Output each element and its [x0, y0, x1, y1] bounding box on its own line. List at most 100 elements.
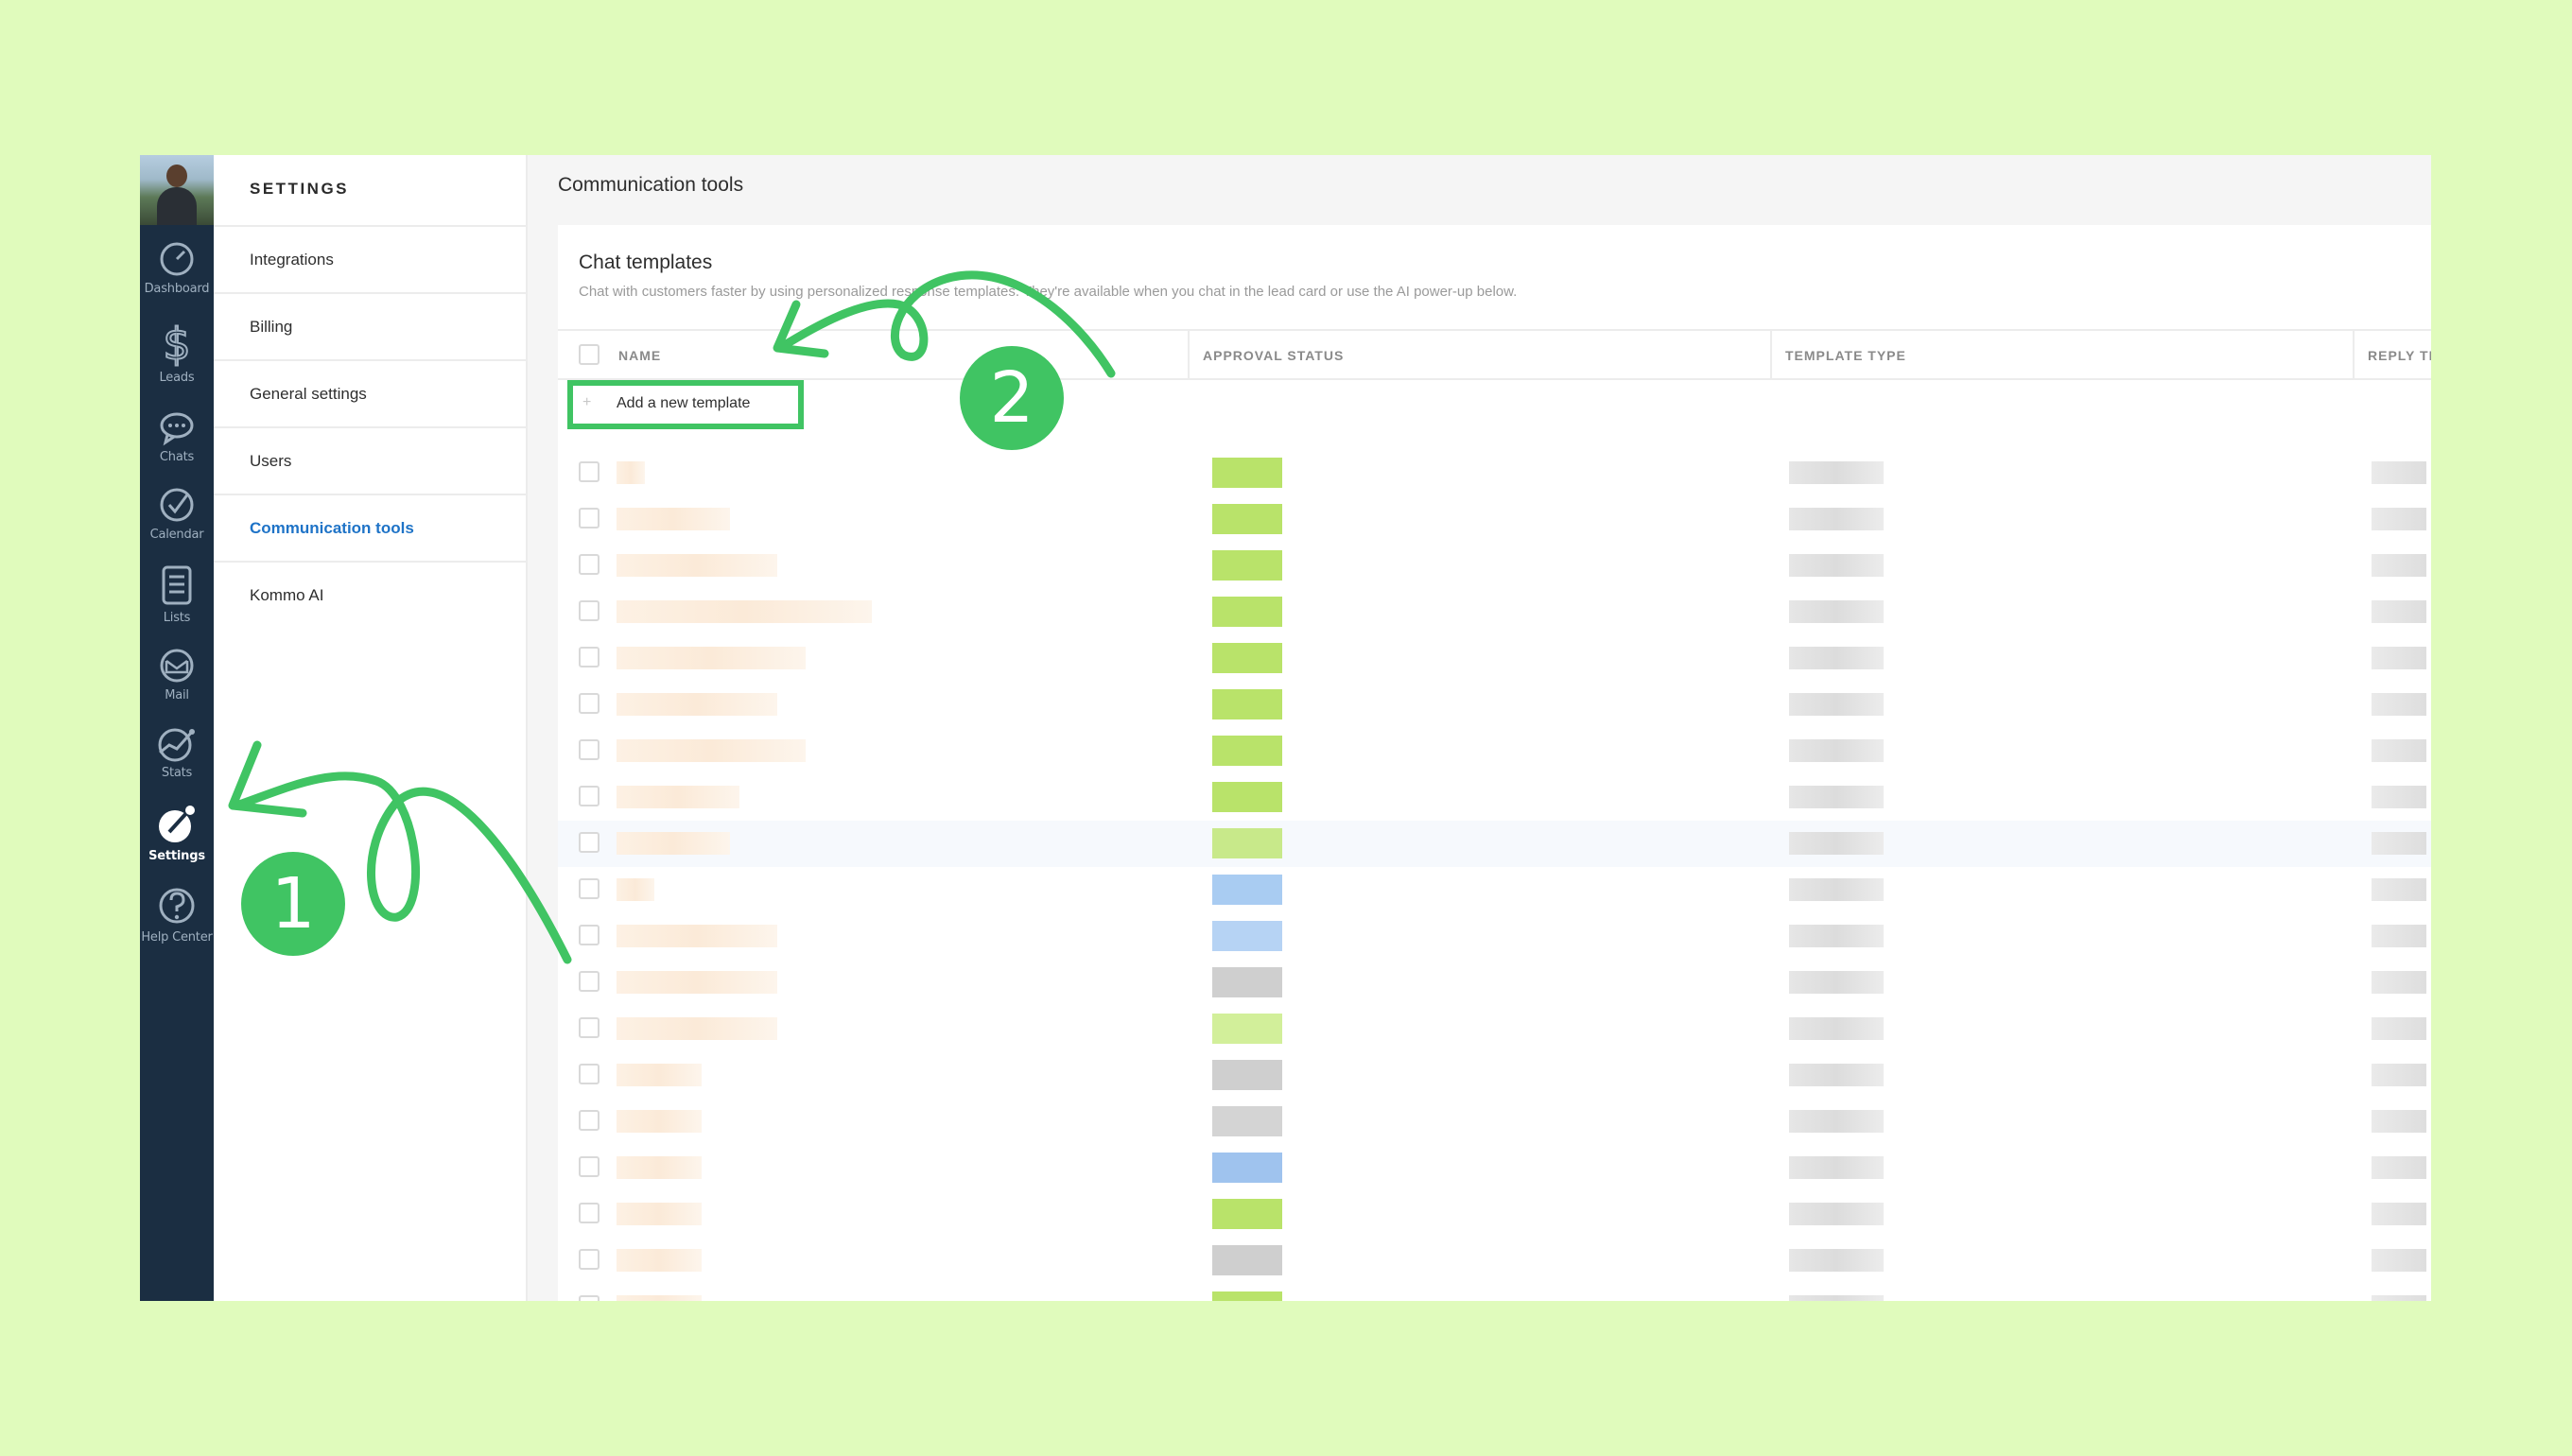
settings-menu: Integrations Billing General settings Us… [214, 225, 526, 630]
obscured-type [1789, 1295, 1884, 1301]
nav-help-center[interactable]: Help Center [140, 885, 214, 961]
nav-stats-label: Stats [161, 766, 193, 780]
obscured-reply-time [2372, 832, 2426, 855]
settings-item-billing[interactable]: Billing [214, 294, 526, 361]
obscured-reply-time [2372, 1064, 2426, 1086]
obscured-status [1212, 504, 1282, 534]
table-row[interactable] [558, 728, 2431, 774]
table-row[interactable] [558, 1006, 2431, 1052]
nav-lists[interactable]: Lists [140, 563, 214, 639]
table-row[interactable] [558, 1145, 2431, 1191]
settings-item-integrations[interactable]: Integrations [214, 227, 526, 294]
row-checkbox[interactable] [579, 1064, 600, 1084]
table-row[interactable] [558, 774, 2431, 821]
nav-settings-label: Settings [148, 849, 205, 863]
row-checkbox[interactable] [579, 1249, 600, 1270]
obscured-status [1212, 828, 1282, 858]
table-row[interactable] [558, 450, 2431, 496]
settings-item-users[interactable]: Users [214, 428, 526, 495]
column-template-type[interactable]: TEMPLATE TYPE [1785, 331, 1906, 380]
row-checkbox[interactable] [579, 925, 600, 945]
table-row[interactable] [558, 1284, 2431, 1301]
row-checkbox[interactable] [579, 508, 600, 529]
nav-stats[interactable]: Stats [140, 724, 214, 800]
table-row[interactable] [558, 1099, 2431, 1145]
obscured-reply-time [2372, 1017, 2426, 1040]
table-row[interactable] [558, 867, 2431, 913]
row-checkbox[interactable] [579, 693, 600, 714]
obscured-type [1789, 878, 1884, 901]
row-checkbox[interactable] [579, 971, 600, 992]
table-row[interactable] [558, 682, 2431, 728]
row-checkbox[interactable] [579, 1295, 600, 1301]
row-checkbox[interactable] [579, 1017, 600, 1038]
chat-templates-card: Chat templates Chat with customers faste… [558, 225, 2431, 1301]
avatar[interactable] [140, 155, 214, 225]
column-reply-time[interactable]: REPLY TI [2368, 331, 2431, 380]
table-row[interactable] [558, 1238, 2431, 1284]
obscured-name [617, 600, 872, 623]
row-checkbox[interactable] [579, 1156, 600, 1177]
select-all-checkbox[interactable] [579, 344, 600, 365]
row-checkbox[interactable] [579, 786, 600, 806]
nav-leads[interactable]: $ Leads [140, 321, 214, 397]
settings-item-kommo-ai[interactable]: Kommo AI [214, 563, 526, 630]
settings-sidebar: SETTINGS Integrations Billing General se… [214, 155, 528, 1301]
table-row[interactable] [558, 543, 2431, 589]
step-badge-2: 2 [960, 346, 1064, 450]
nav-help-center-label: Help Center [141, 930, 213, 945]
obscured-status [1212, 875, 1282, 905]
table-row[interactable] [558, 635, 2431, 682]
step-badge-1: 1 [241, 852, 345, 956]
settings-item-communication-tools[interactable]: Communication tools [214, 495, 526, 563]
obscured-type [1789, 693, 1884, 716]
obscured-type [1789, 971, 1884, 994]
nav-mail[interactable]: Mail [140, 647, 214, 722]
row-checkbox[interactable] [579, 647, 600, 667]
nav-dashboard[interactable]: Dashboard [140, 240, 214, 316]
row-checkbox[interactable] [579, 739, 600, 760]
nav-chats[interactable]: Chats [140, 408, 214, 484]
table-row[interactable] [558, 589, 2431, 635]
obscured-reply-time [2372, 1110, 2426, 1133]
nav-chats-label: Chats [159, 450, 195, 464]
nav-calendar[interactable]: Calendar [140, 486, 214, 562]
settings-icon [159, 806, 195, 842]
row-checkbox[interactable] [579, 1203, 600, 1223]
obscured-type [1789, 647, 1884, 669]
row-checkbox[interactable] [579, 600, 600, 621]
obscured-type [1789, 786, 1884, 808]
add-new-template-label: Add a new template [617, 395, 751, 411]
svg-text:$: $ [163, 321, 190, 367]
nav-settings[interactable]: Settings [140, 804, 214, 879]
row-checkbox[interactable] [579, 878, 600, 899]
obscured-type [1789, 925, 1884, 947]
table-row[interactable] [558, 1052, 2431, 1099]
table-row[interactable] [558, 913, 2431, 960]
row-checkbox[interactable] [579, 1110, 600, 1131]
obscured-name [617, 832, 730, 855]
row-checkbox[interactable] [579, 554, 600, 575]
check-circle-icon [160, 488, 194, 522]
table-row[interactable] [558, 821, 2431, 867]
settings-item-general-settings[interactable]: General settings [214, 361, 526, 428]
obscured-type [1789, 600, 1884, 623]
row-checkbox[interactable] [579, 832, 600, 853]
obscured-type [1789, 1156, 1884, 1179]
add-new-template-button[interactable]: + Add a new template [567, 380, 804, 429]
app-window: Dashboard $ Leads Chats Calendar Lists M… [140, 155, 2431, 1301]
obscured-reply-time [2372, 925, 2426, 947]
obscured-reply-time [2372, 739, 2426, 762]
obscured-name [617, 461, 645, 484]
obscured-status [1212, 597, 1282, 627]
column-approval-status[interactable]: APPROVAL STATUS [1203, 331, 1344, 380]
row-checkbox[interactable] [579, 461, 600, 482]
chat-bubble-icon [160, 412, 194, 446]
stats-icon [158, 728, 195, 762]
obscured-name [617, 1064, 702, 1086]
obscured-type [1789, 1203, 1884, 1225]
table-row[interactable] [558, 496, 2431, 543]
table-row[interactable] [558, 960, 2431, 1006]
table-row[interactable] [558, 1191, 2431, 1238]
column-name[interactable]: NAME [618, 331, 661, 380]
